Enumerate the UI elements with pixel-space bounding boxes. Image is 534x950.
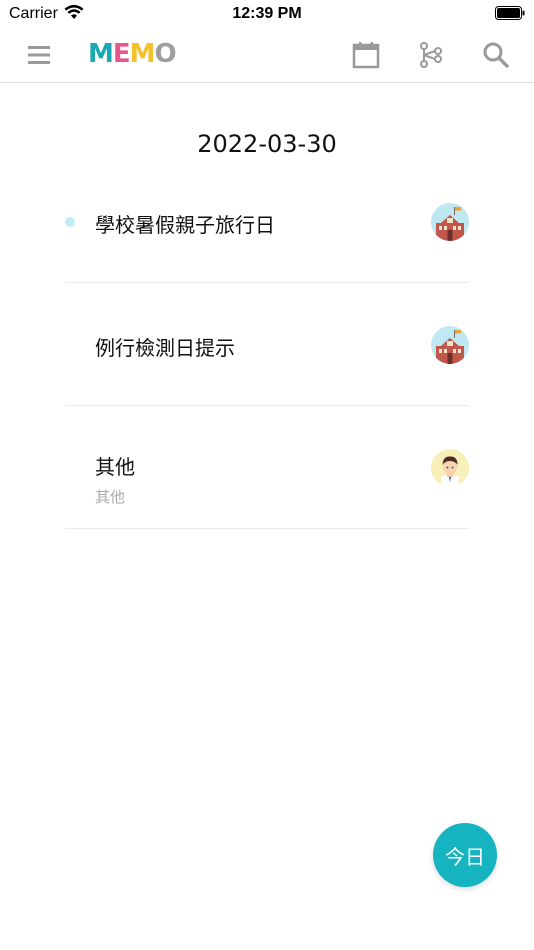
status-bar: Carrier 12:39 PM <box>0 0 534 28</box>
search-icon[interactable] <box>479 38 513 72</box>
memo-title: 學校暑假親子旅行日 <box>95 213 275 237</box>
battery-icon <box>495 6 525 20</box>
memo-item[interactable]: 例行檢測日提示 <box>65 283 469 406</box>
memo-title: 例行檢測日提示 <box>95 336 235 360</box>
today-button[interactable]: 今日 <box>433 823 497 887</box>
branch-icon[interactable] <box>414 38 448 72</box>
person-avatar <box>431 449 469 487</box>
memo-logo: MEMO <box>88 39 177 69</box>
school-avatar <box>431 326 469 364</box>
nav-bar: MEMO <box>0 28 534 83</box>
calendar-icon[interactable] <box>349 38 383 72</box>
memo-item[interactable]: 其他 其他 <box>65 406 469 529</box>
logo-letter-m: M <box>88 39 114 69</box>
school-avatar <box>431 203 469 241</box>
status-time: 12:39 PM <box>232 5 302 22</box>
date-title: 2022-03-30 <box>197 130 337 158</box>
memo-list: 學校暑假親子旅行日 例行檢測日提示 其他 其他 <box>65 160 469 529</box>
memo-title: 其他 <box>95 455 135 479</box>
logo-letter-o: O <box>154 39 177 69</box>
logo-letter-e: E <box>112 39 131 69</box>
logo-letter-m2: M <box>129 39 156 69</box>
menu-icon[interactable] <box>22 38 56 72</box>
memo-subtitle: 其他 <box>95 488 126 506</box>
memo-item[interactable]: 學校暑假親子旅行日 <box>65 160 469 283</box>
unread-dot <box>65 217 75 227</box>
